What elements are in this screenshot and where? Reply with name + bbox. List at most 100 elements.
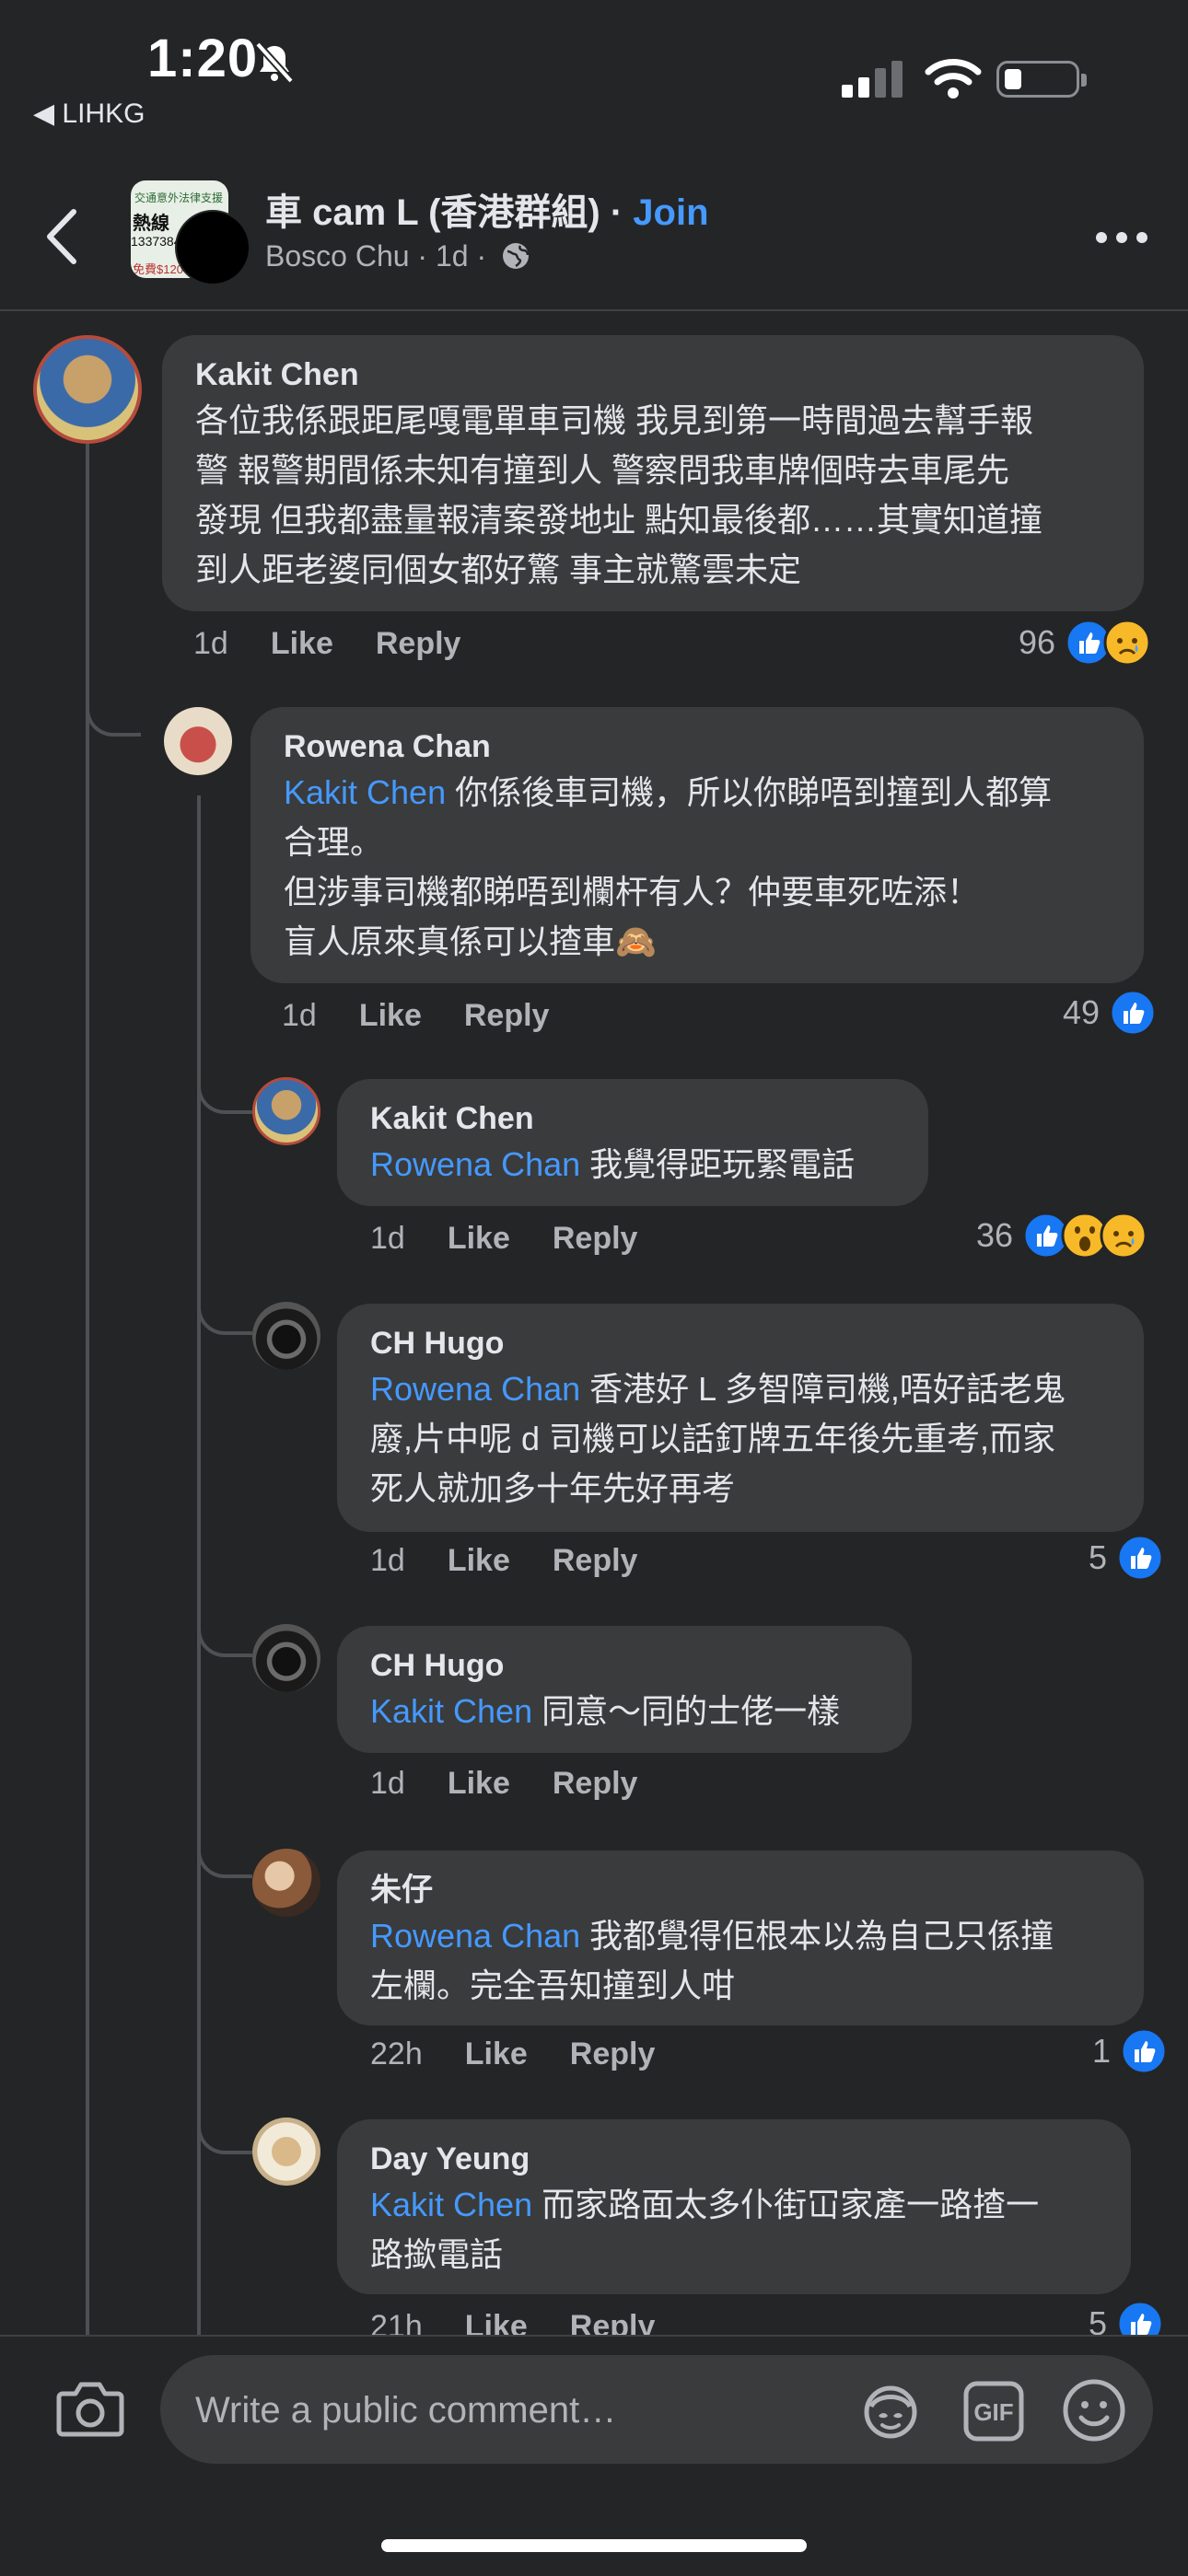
gif-icon[interactable]: GIF [961,2379,1026,2443]
sad-icon [1103,619,1151,667]
comment-bubble[interactable]: Rowena Chan Kakit Chen 你係後車司機，所以你睇唔到撞到人都… [250,707,1144,983]
home-indicator[interactable] [381,2539,807,2552]
comment-time: 1d [370,1766,405,1801]
comment-time: 1d [370,1221,405,1256]
cellular-signal-icon [842,61,903,98]
comment-author[interactable]: Kakit Chen [370,1097,895,1140]
back-arrow-icon[interactable] [44,208,81,265]
comment-text: Rowena Chan 我覺得距玩緊電話 [370,1145,856,1183]
thread-connector-6 [197,2062,252,2154]
comment-text: Rowena Chan 香港好 L 多智障司機,唔好話老鬼 廢,片中呢 d 司機… [370,1370,1066,1507]
sad-icon [1100,1212,1147,1259]
reply-button[interactable]: Reply [553,1221,638,1257]
reply-button[interactable]: Reply [464,998,550,1034]
comment-bubble[interactable]: Day Yeung Kakit Chen 而家路面太多仆街冚家產一路揸一 路撳電… [337,2119,1131,2294]
emoji-icon[interactable] [1061,2377,1127,2443]
comment-bubble[interactable]: 朱仔 Rowena Chan 我都覺得佢根本以為自己只係撞 左欄。完全吾知撞到人… [337,1851,1144,2025]
status-time: 1:20 [147,29,259,88]
comment-placeholder: Write a public comment… [195,2390,617,2431]
like-button[interactable]: Like [465,2036,528,2072]
comment-author[interactable]: CH Hugo [370,1322,1111,1364]
reactions[interactable]: 96 [1019,619,1151,667]
post-subtitle: Bosco Chu · 1d · [265,239,531,273]
comment-author[interactable]: CH Hugo [370,1644,879,1687]
comment-meta: 1d Like Reply [193,626,460,662]
comment-time: 1d [193,626,228,661]
battery-cap [1081,74,1087,87]
avatar-rowena-chan[interactable] [164,707,232,775]
comment-meta: 1d Like Reply [370,1766,637,1802]
avatar-ch-hugo[interactable] [252,1302,320,1370]
comment-text: Kakit Chen 你係後車司機，所以你睇唔到撞到人都算 合理。 但涉事司機都… [284,773,1053,960]
avatar-ch-hugo[interactable] [252,1624,320,1692]
comment-bubble[interactable]: CH Hugo Kakit Chen 同意～同的士佬一樣 [337,1626,912,1753]
mention-link[interactable]: Rowena Chan [370,1145,580,1183]
comment-text: Rowena Chan 我都覺得佢根本以為自己只係撞 左欄。完全吾知撞到人咁 [370,1917,1054,2004]
comment-text: 各位我係跟距尾嘎電單車司機 我見到第一時間過去幫手報 警 報警期間係未知有撞到人… [195,401,1043,588]
comment-author[interactable]: Day Yeung [370,2138,1098,2180]
avatar-day-yeung[interactable] [252,2118,320,2186]
like-button[interactable]: Like [448,1543,510,1579]
like-button[interactable]: Like [448,1221,510,1257]
reactions[interactable]: 1 [1092,2027,1168,2075]
like-button[interactable]: Like [448,1766,510,1802]
reactions[interactable]: 36 [976,1212,1147,1259]
comment-author[interactable]: Kakit Chen [195,354,1111,396]
comment-text: Kakit Chen 同意～同的士佬一樣 [370,1692,841,1730]
wifi-icon [925,59,982,99]
svg-text:GIF: GIF [973,2398,1013,2426]
comment-author[interactable]: 朱仔 [370,1869,1111,1911]
reactions[interactable]: 49 [1063,989,1157,1037]
comment-meta: 22h Like Reply [370,2036,655,2072]
avatar-kakit-chen[interactable] [33,335,142,444]
mention-link[interactable]: Rowena Chan [370,1370,580,1408]
mention-link[interactable]: Kakit Chen [284,773,446,811]
join-button[interactable]: Join [633,192,708,233]
reaction-count: 5 [1089,1538,1108,1576]
more-options-icon[interactable] [1094,230,1149,245]
like-button[interactable]: Like [359,998,422,1034]
avatar-sticker-icon[interactable] [858,2379,923,2443]
thread-connector-1 [86,644,141,737]
thread-connector-4 [197,1565,252,1657]
comment-meta: 1d Like Reply [370,1221,637,1257]
header-divider [0,309,1188,311]
post-time: · 1d · [409,239,495,273]
bell-muted-icon [255,41,294,84]
group-title: 車 cam L (香港群組) · Join [265,182,709,236]
avatar-kakit-chen[interactable] [252,1077,320,1145]
comment-bubble[interactable]: CH Hugo Rowena Chan 香港好 L 多智障司機,唔好話老鬼 廢,… [337,1304,1144,1532]
group-name[interactable]: 車 cam L (香港群組) · [265,192,633,233]
reply-button[interactable]: Reply [553,1543,638,1579]
reaction-count: 1 [1092,2032,1112,2070]
reply-button[interactable]: Reply [570,2036,656,2072]
comment-author[interactable]: Rowena Chan [284,725,1111,768]
comment-bubble[interactable]: Kakit Chen 各位我係跟距尾嘎電單車司機 我見到第一時間過去幫手報 警 … [162,335,1144,611]
comment-meta: 1d Like Reply [370,1543,637,1579]
poster-name[interactable]: Bosco Chu [265,239,410,273]
battery-icon [996,61,1079,98]
like-button[interactable]: Like [271,626,333,662]
back-to-app-link[interactable]: ◀ LIHKG [33,98,145,130]
thread-connector-2 [197,1022,252,1114]
thread-connector-5 [197,1786,252,1878]
thread-line-main [86,442,89,2338]
avatar-zhu-zai[interactable] [252,1849,320,1917]
mention-link[interactable]: Kakit Chen [370,2186,532,2223]
mention-link[interactable]: Kakit Chen [370,1692,532,1730]
reply-button[interactable]: Reply [553,1766,638,1802]
thread-connector-3 [197,1243,252,1335]
mention-link[interactable]: Rowena Chan [370,1917,580,1955]
like-icon [1120,2027,1168,2075]
reaction-count: 49 [1063,993,1101,1031]
poster-avatar[interactable] [175,210,250,285]
reactions[interactable]: 5 [1089,1534,1164,1582]
comment-bubble[interactable]: Kakit Chen Rowena Chan 我覺得距玩緊電話 [337,1079,928,1206]
reply-button[interactable]: Reply [376,626,461,662]
like-icon [1116,1534,1164,1582]
like-icon [1109,989,1157,1037]
comment-time: 1d [282,998,317,1033]
reaction-count: 96 [1019,623,1056,661]
globe-icon [503,243,530,269]
camera-icon[interactable] [55,2379,125,2438]
